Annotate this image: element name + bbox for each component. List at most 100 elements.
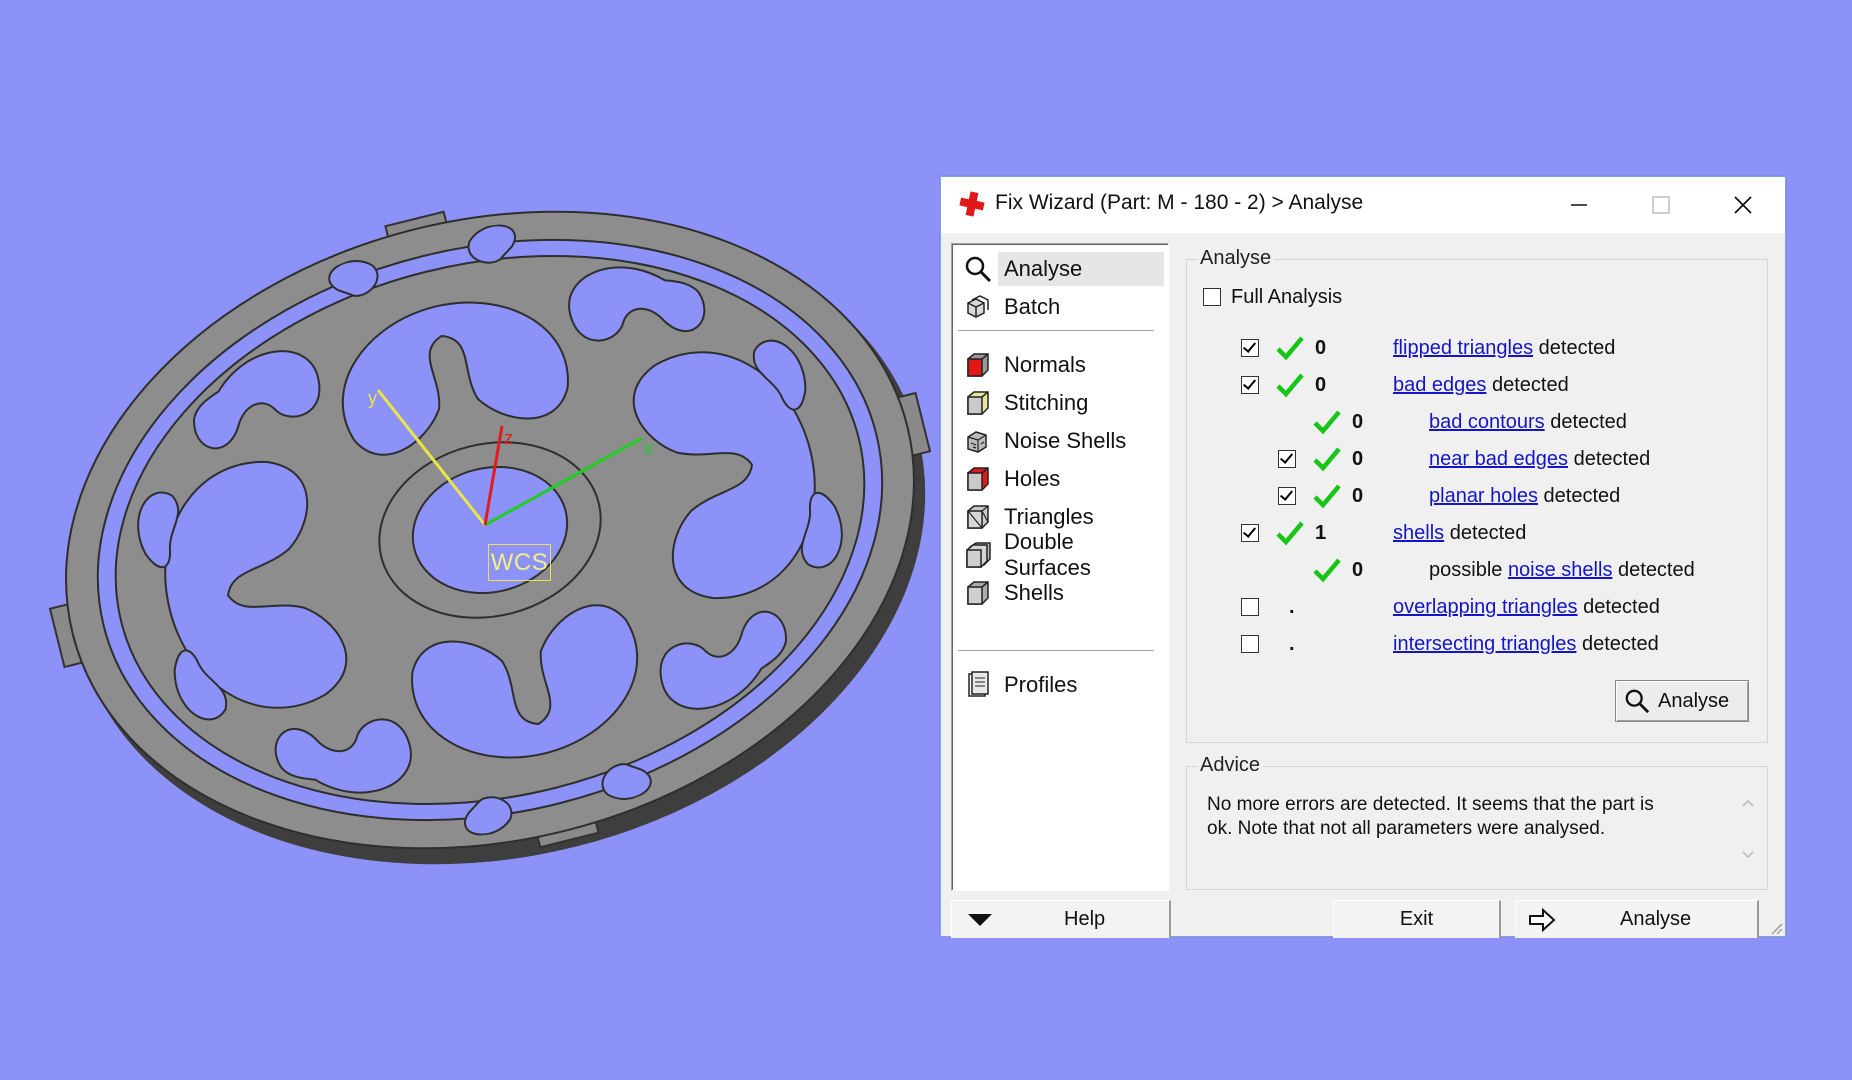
shells-cube-icon (967, 581, 989, 605)
nav-label-analyse: Analyse (998, 252, 1164, 286)
shells-count: 1 (1315, 522, 1327, 544)
dialog-title: Fix Wizard (Part: M - 180 - 2) > Analyse (995, 191, 1364, 214)
help-label: Help (1064, 908, 1106, 930)
result-row-near-bad-edges: 0 near bad edges detected (1187, 446, 1767, 476)
check-ok-icon (1313, 484, 1341, 509)
analyse-group: Analyse Full Analysis 0 flipped triangle… (1186, 247, 1768, 743)
advice-group-title: Advice (1197, 754, 1264, 777)
row-prefix: possible (1429, 559, 1508, 581)
nav-item-noise-shells[interactable]: Noise Shells (958, 422, 1164, 460)
near-bad-edges-checkbox[interactable] (1278, 450, 1296, 468)
arrow-right-icon (1529, 907, 1556, 932)
part-model[interactable]: y x z (0, 0, 940, 1080)
scroll-down-icon[interactable] (1740, 847, 1756, 863)
maximize-button[interactable] (1621, 177, 1701, 233)
overlapping-triangles-count: . (1289, 596, 1295, 618)
close-button[interactable] (1703, 177, 1783, 233)
flipped-triangles-checkbox[interactable] (1241, 339, 1259, 357)
scroll-up-icon[interactable] (1740, 795, 1756, 811)
noise-shells-text: possible noise shells detected (1429, 559, 1695, 582)
x-axis-label: x (644, 438, 653, 458)
nav-item-shells[interactable]: Shells (958, 574, 1164, 612)
nav-label-profiles: Profiles (1004, 672, 1078, 697)
nav-item-holes[interactable]: Holes (958, 460, 1164, 498)
full-analysis-checkbox[interactable] (1203, 288, 1221, 306)
row-suffix: detected (1486, 374, 1569, 396)
exit-button[interactable]: Exit (1333, 900, 1501, 938)
y-axis-label: y (368, 388, 377, 408)
resize-grip-icon[interactable] (1767, 919, 1783, 935)
analyse-next-label: Analyse (1620, 908, 1692, 930)
check-ok-icon (1276, 336, 1304, 361)
result-row-shells: 1 shells detected (1187, 520, 1767, 550)
planar-holes-text: planar holes detected (1429, 485, 1620, 508)
nav-item-double-surfaces[interactable]: Double Surfaces (958, 529, 1164, 580)
z-axis-label: z (504, 428, 513, 448)
check-ok-icon (1313, 558, 1341, 583)
row-suffix: detected (1568, 448, 1651, 470)
bad-contours-link[interactable]: bad contours (1429, 411, 1545, 433)
intersecting-triangles-checkbox[interactable] (1241, 635, 1259, 653)
overlapping-triangles-text: overlapping triangles detected (1393, 596, 1660, 619)
nav-label-holes: Holes (1004, 466, 1061, 491)
bad-edges-text: bad edges detected (1393, 374, 1569, 397)
bad-edges-link[interactable]: bad edges (1393, 374, 1486, 396)
close-icon (1734, 196, 1752, 214)
near-bad-edges-count: 0 (1352, 448, 1364, 470)
batch-cubes-icon (967, 295, 989, 318)
nav-item-normals[interactable]: Normals (958, 346, 1164, 384)
overlapping-triangles-link[interactable]: overlapping triangles (1393, 596, 1578, 618)
check-ok-icon (1313, 447, 1341, 472)
check-ok-icon (1276, 521, 1304, 546)
bad-edges-checkbox[interactable] (1241, 376, 1259, 394)
near-bad-edges-link[interactable]: near bad edges (1429, 448, 1568, 470)
nav-label-noise-shells: Noise Shells (1004, 428, 1127, 453)
result-row-bad-edges: 0 bad edges detected (1187, 372, 1767, 402)
analyse-group-title: Analyse (1197, 247, 1275, 270)
planar-holes-checkbox[interactable] (1278, 487, 1296, 505)
row-suffix: detected (1533, 337, 1616, 359)
nav-separator (958, 330, 1154, 332)
analyse-next-button[interactable]: Analyse (1515, 900, 1759, 938)
fix-wizard-dialog: Fix Wizard (Part: M - 180 - 2) > Analyse… (940, 176, 1786, 938)
bad-contours-count: 0 (1352, 411, 1364, 433)
triangles-cube-icon (967, 505, 989, 529)
near-bad-edges-text: near bad edges detected (1429, 448, 1650, 471)
nav-item-analyse[interactable]: Analyse (958, 250, 1164, 288)
minimize-button[interactable] (1539, 177, 1619, 233)
result-row-overlapping-triangles: . overlapping triangles detected (1187, 594, 1767, 624)
maximize-icon (1652, 196, 1670, 214)
nav-item-batch[interactable]: Batch (958, 288, 1164, 326)
nav-label-batch: Batch (1004, 294, 1061, 319)
nav-label-normals: Normals (1004, 352, 1086, 377)
shells-text: shells detected (1393, 522, 1526, 545)
noise-shells-link[interactable]: noise shells (1508, 559, 1613, 581)
result-row-flipped-triangles: 0 flipped triangles detected (1187, 335, 1767, 365)
shells-checkbox[interactable] (1241, 524, 1259, 542)
run-analyse-label: Analyse (1658, 689, 1730, 712)
medical-cross-icon (959, 191, 985, 217)
result-row-planar-holes: 0 planar holes detected (1187, 483, 1767, 513)
shells-link[interactable]: shells (1393, 522, 1444, 544)
intersecting-triangles-count: . (1289, 633, 1295, 655)
run-analyse-button[interactable]: Analyse (1615, 680, 1749, 722)
nav-item-stitching[interactable]: Stitching (958, 384, 1164, 422)
title-bar[interactable]: Fix Wizard (Part: M - 180 - 2) > Analyse (941, 177, 1785, 233)
holes-cube-icon (967, 467, 989, 491)
nav-item-profiles[interactable]: Profiles (958, 666, 1164, 704)
nav-separator (958, 650, 1154, 652)
nav-label-shells: Shells (1004, 580, 1064, 605)
flipped-triangles-count: 0 (1315, 337, 1327, 359)
normals-cube-icon (967, 353, 989, 377)
wizard-nav-panel: Analyse Batch Normals Stitching Noise Sh… (951, 243, 1169, 891)
flipped-triangles-link[interactable]: flipped triangles (1393, 337, 1533, 359)
magnifier-icon (1625, 689, 1650, 714)
intersecting-triangles-link[interactable]: intersecting triangles (1393, 633, 1576, 655)
overlapping-triangles-checkbox[interactable] (1241, 598, 1259, 616)
minimize-icon (1571, 204, 1587, 206)
flipped-triangles-text: flipped triangles detected (1393, 337, 1615, 360)
exit-label: Exit (1399, 908, 1434, 930)
help-button[interactable]: Help (951, 900, 1171, 938)
check-ok-icon (1313, 410, 1341, 435)
planar-holes-link[interactable]: planar holes (1429, 485, 1538, 507)
